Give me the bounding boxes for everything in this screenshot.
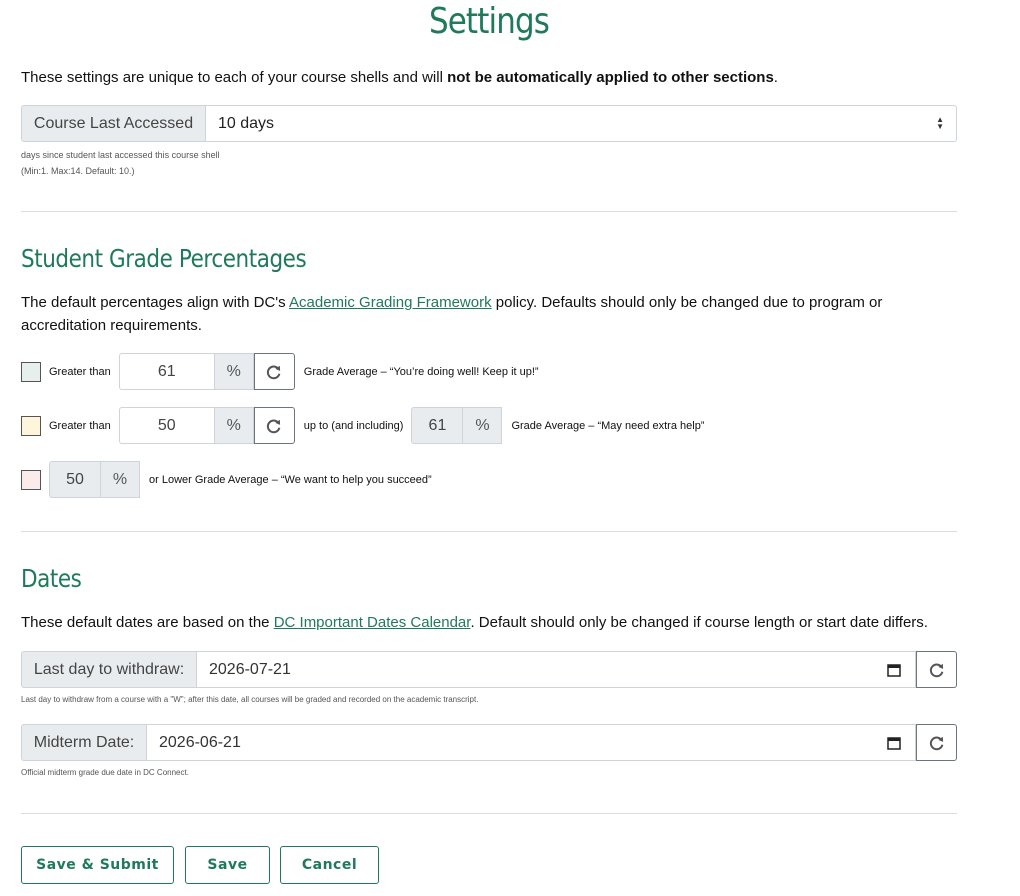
dates-desc-end: . Default should only be changed if cour… (470, 614, 928, 631)
course-last-accessed-label: Course Last Accessed (21, 105, 206, 142)
course-last-accessed-group: Course Last Accessed 10 days ▲ ▼ (21, 105, 957, 142)
grade-row-low: 50 % or Lower Grade Average – “We want t… (21, 461, 440, 498)
withdraw-date-group: Last day to withdraw: 2026-07-21 (21, 651, 957, 688)
save-button[interactable]: Save (185, 846, 270, 884)
important-dates-calendar-link[interactable]: DC Important Dates Calendar (274, 614, 471, 631)
divider (21, 813, 957, 814)
cancel-button[interactable]: Cancel (280, 846, 379, 884)
calendar-icon[interactable] (887, 736, 901, 750)
percent-addon: % (214, 407, 254, 444)
up-to-label: up to (and including) (303, 419, 404, 432)
refresh-icon (267, 419, 281, 433)
calendar-icon[interactable] (887, 663, 901, 677)
intro-text-bold: not be automatically applied to other se… (447, 69, 774, 86)
help-line-1: days since student last accessed this co… (21, 150, 220, 160)
reset-grade-high-button[interactable] (253, 353, 295, 390)
greater-than-label: Greater than (49, 419, 111, 432)
course-last-accessed-help: days since student last accessed this co… (21, 147, 220, 179)
course-last-accessed-value: 10 days (218, 114, 275, 132)
midterm-date-group: Midterm Date: 2026-06-21 (21, 724, 957, 761)
midterm-date-input[interactable]: 2026-06-21 (147, 724, 916, 761)
settings-page: Settings These settings are unique to ea… (21, 0, 957, 884)
grade-row-high: Greater than 61 % Grade Average – “You’r… (21, 353, 547, 390)
withdraw-date-value: 2026-07-21 (209, 660, 291, 678)
percent-addon: % (101, 461, 140, 498)
intro-text: These settings are unique to each of you… (21, 66, 778, 90)
greater-than-label: Greater than (49, 365, 111, 378)
midterm-date-value: 2026-06-21 (159, 733, 241, 751)
grade-high-description: Grade Average – “You’re doing well! Keep… (303, 365, 539, 378)
withdraw-date-input[interactable]: 2026-07-21 (197, 651, 916, 688)
intro-text-end: . (773, 69, 778, 86)
grade-mid-description: Grade Average – “May need extra help” (511, 419, 705, 432)
percent-addon: % (463, 407, 503, 444)
grade-swatch-low (21, 469, 41, 490)
dates-section-title: Dates (21, 564, 82, 593)
grade-mid-input[interactable]: 50 (118, 407, 215, 444)
course-last-accessed-select[interactable]: 10 days ▲ ▼ (206, 105, 957, 142)
grade-swatch-mid (21, 415, 41, 436)
page-title: Settings (428, 1, 550, 42)
grade-swatch-high (21, 361, 41, 382)
reset-withdraw-date-button[interactable] (916, 651, 957, 688)
grade-low-value: 50 (49, 461, 101, 498)
reset-grade-mid-button[interactable] (253, 407, 295, 444)
refresh-icon (267, 365, 281, 379)
dates-desc-start: These default dates are based on the (21, 614, 274, 631)
academic-grading-framework-link[interactable]: Academic Grading Framework (289, 294, 492, 311)
refresh-icon (929, 663, 943, 677)
withdraw-date-help: Last day to withdraw from a course with … (21, 695, 479, 704)
grades-section-title: Student Grade Percentages (21, 244, 307, 273)
refresh-icon (929, 736, 943, 750)
grade-row-mid: Greater than 50 % up to (and including) … (21, 407, 712, 444)
divider (21, 531, 957, 532)
grade-high-input[interactable]: 61 (118, 353, 215, 390)
dates-description: These default dates are based on the DC … (21, 611, 957, 634)
grade-mid-upper-value: 61 (411, 407, 464, 444)
midterm-date-label: Midterm Date: (21, 724, 147, 761)
divider (21, 211, 957, 212)
withdraw-date-label: Last day to withdraw: (21, 651, 197, 688)
help-line-2: (Min:1. Max:14. Default: 10.) (21, 166, 135, 176)
grades-desc-start: The default percentages align with DC's (21, 294, 290, 311)
reset-midterm-date-button[interactable] (916, 724, 957, 761)
intro-text-start: These settings are unique to each of you… (21, 69, 448, 86)
grade-low-description: or Lower Grade Average – “We want to hel… (149, 473, 432, 486)
select-caret-icon: ▲ ▼ (936, 115, 944, 131)
save-and-submit-button[interactable]: Save & Submit (21, 846, 174, 884)
percent-addon: % (214, 353, 254, 390)
grades-description: The default percentages align with DC's … (21, 291, 921, 337)
midterm-date-help: Official midterm grade due date in DC Co… (21, 768, 189, 777)
